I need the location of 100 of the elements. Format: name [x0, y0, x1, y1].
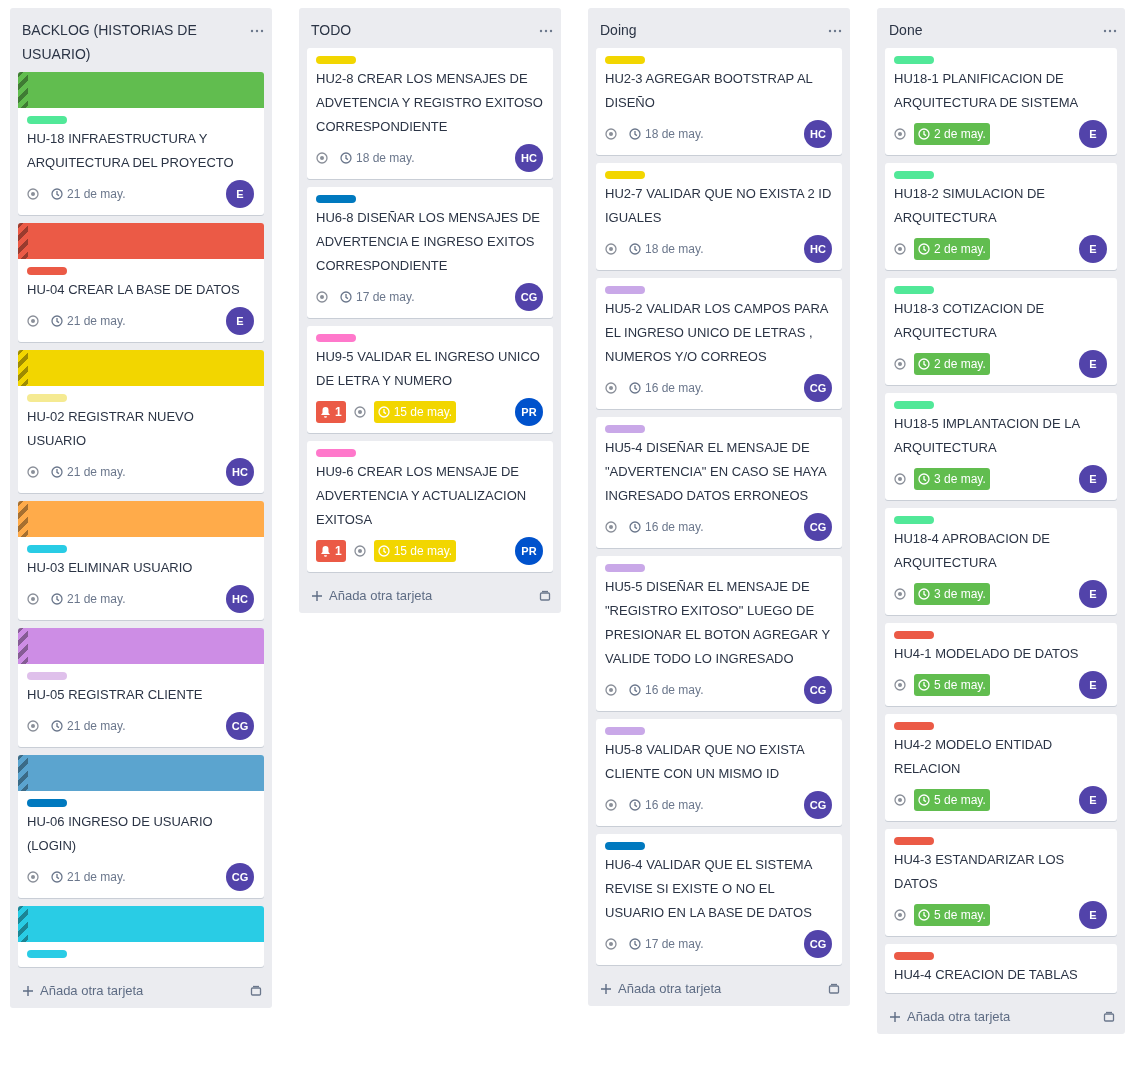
- due-date-badge[interactable]: 16 de may.: [625, 516, 708, 538]
- card-title: HU4-3 ESTANDARIZAR LOS DATOS: [894, 851, 1066, 893]
- member-avatar[interactable]: HC: [804, 235, 832, 263]
- due-date-badge[interactable]: 16 de may.: [625, 794, 708, 816]
- card-label[interactable]: [894, 722, 934, 730]
- card-label[interactable]: [316, 449, 356, 457]
- clock-icon: [377, 545, 390, 557]
- card-title: HU-05 REGISTRAR CLIENTE: [27, 686, 204, 704]
- template-icon[interactable]: [250, 984, 262, 997]
- member-avatar[interactable]: PR: [515, 398, 543, 426]
- member-avatar[interactable]: E: [226, 180, 254, 208]
- clock-icon: [629, 938, 641, 950]
- member-avatar[interactable]: CG: [226, 863, 254, 891]
- card-label[interactable]: [27, 672, 67, 680]
- member-avatar[interactable]: CG: [226, 712, 254, 740]
- member-avatar[interactable]: PR: [515, 537, 543, 565]
- member-avatar[interactable]: E: [1079, 901, 1107, 929]
- due-date-badge[interactable]: 21 de may.: [47, 461, 130, 483]
- clock-icon: [918, 794, 930, 806]
- due-date-badge[interactable]: 21 de may.: [47, 310, 130, 332]
- card-label[interactable]: [894, 952, 934, 960]
- member-avatar[interactable]: CG: [804, 791, 832, 819]
- due-date-badge[interactable]: 21 de may.: [47, 866, 130, 888]
- template-icon[interactable]: [539, 589, 551, 602]
- card-title: HU4-1 MODELADO DE DATOS: [894, 645, 1080, 663]
- card-label[interactable]: [894, 286, 934, 294]
- card-label[interactable]: [605, 286, 645, 294]
- member-avatar[interactable]: HC: [226, 458, 254, 486]
- card-label[interactable]: [27, 267, 67, 275]
- member-avatar[interactable]: CG: [515, 283, 543, 311]
- card-label[interactable]: [605, 171, 645, 179]
- card-label[interactable]: [894, 837, 934, 845]
- clock-icon: [629, 521, 641, 533]
- template-icon[interactable]: [828, 982, 840, 995]
- add-card-link[interactable]: Añada otra tarjeta: [329, 588, 533, 603]
- card-label[interactable]: [605, 564, 645, 572]
- member-avatar[interactable]: E: [1079, 235, 1107, 263]
- due-date-badge[interactable]: 21 de may.: [47, 183, 130, 205]
- card-title: HU-18 INFRAESTRUCTURA Y ARQUITECTURA DEL PROYECTO: [27, 130, 235, 172]
- plus-icon[interactable]: [311, 589, 323, 602]
- template-icon[interactable]: [1103, 1010, 1115, 1023]
- card-label[interactable]: [605, 425, 645, 433]
- card-label[interactable]: [605, 842, 645, 850]
- card-label[interactable]: [605, 56, 645, 64]
- due-date-badge[interactable]: 18 de may.: [336, 147, 419, 169]
- due-date-badge[interactable]: 21 de may.: [47, 715, 130, 737]
- plus-icon[interactable]: [600, 982, 612, 995]
- member-avatar[interactable]: E: [1079, 786, 1107, 814]
- card-title: HU5-2 VALIDAR LOS CAMPOS PARA EL INGRESO UNICO DE LETRAS , NUMEROS Y/O CORREOS: [605, 300, 830, 366]
- card-title: HU-02 REGISTRAR NUEVO USUARIO: [27, 408, 195, 450]
- member-avatar[interactable]: E: [226, 307, 254, 335]
- due-date-badge[interactable]: 17 de may.: [336, 286, 419, 308]
- member-avatar[interactable]: E: [1079, 580, 1107, 608]
- member-avatar[interactable]: CG: [804, 374, 832, 402]
- card-label[interactable]: [316, 56, 356, 64]
- card-label[interactable]: [894, 56, 934, 64]
- member-avatar[interactable]: HC: [804, 120, 832, 148]
- member-avatar[interactable]: CG: [804, 930, 832, 958]
- card-label[interactable]: [894, 401, 934, 409]
- clock-icon: [340, 152, 352, 164]
- card-title: HU9-5 VALIDAR EL INGRESO UNICO DE LETRA Y NUMERO: [316, 348, 541, 390]
- card-title: HU18-1 PLANIFICACION DE ARQUITECTURA DE SISTEMA: [894, 70, 1080, 112]
- member-avatar[interactable]: E: [1079, 350, 1107, 378]
- card-label[interactable]: [27, 545, 67, 553]
- member-avatar[interactable]: CG: [804, 676, 832, 704]
- card-label[interactable]: [894, 171, 934, 179]
- member-avatar[interactable]: E: [1079, 671, 1107, 699]
- notification-badge: 1: [316, 401, 346, 423]
- due-date-badge[interactable]: 18 de may.: [625, 238, 708, 260]
- member-avatar[interactable]: E: [1079, 465, 1107, 493]
- due-date-badge[interactable]: 21 de may.: [47, 588, 130, 610]
- add-card-link[interactable]: Añada otra tarjeta: [618, 981, 822, 996]
- add-card-link[interactable]: Añada otra tarjeta: [40, 983, 244, 998]
- clock-icon: [918, 358, 930, 370]
- plus-icon[interactable]: [22, 984, 34, 997]
- clock-icon: [51, 871, 63, 883]
- member-avatar[interactable]: HC: [226, 585, 254, 613]
- due-date-badge[interactable]: 18 de may.: [625, 123, 708, 145]
- card-label[interactable]: [894, 631, 934, 639]
- clock-icon: [51, 315, 63, 327]
- list-title: BACKLOG (HISTORIAS DE USUARIO): [22, 21, 198, 64]
- card-title: HU9-6 CREAR LOS MENSAJE DE ADVERTENCIA Y ACTUALIZACION EXITOSA: [316, 463, 528, 529]
- card-label[interactable]: [27, 799, 67, 807]
- card-title: HU5-8 VALIDAR QUE NO EXISTA CLIENTE CON UN MISMO ID: [605, 741, 806, 783]
- card-label[interactable]: [316, 195, 356, 203]
- member-avatar[interactable]: HC: [515, 144, 543, 172]
- card-title: HU18-5 IMPLANTACION DE LA ARQUITECTURA: [894, 415, 1081, 457]
- due-date-badge[interactable]: 17 de may.: [625, 933, 708, 955]
- member-avatar[interactable]: E: [1079, 120, 1107, 148]
- card-label[interactable]: [894, 516, 934, 524]
- add-card-link[interactable]: Añada otra tarjeta: [907, 1009, 1097, 1024]
- due-date-badge[interactable]: 16 de may.: [625, 377, 708, 399]
- due-date-badge[interactable]: 16 de may.: [625, 679, 708, 701]
- card-label[interactable]: [316, 334, 356, 342]
- member-avatar[interactable]: CG: [804, 513, 832, 541]
- card-title: HU2-3 AGREGAR BOOTSTRAP AL DISEÑO: [605, 70, 814, 112]
- card-label[interactable]: [27, 950, 67, 958]
- plus-icon[interactable]: [889, 1010, 901, 1023]
- card-label[interactable]: [605, 727, 645, 735]
- card-label[interactable]: [27, 116, 67, 124]
